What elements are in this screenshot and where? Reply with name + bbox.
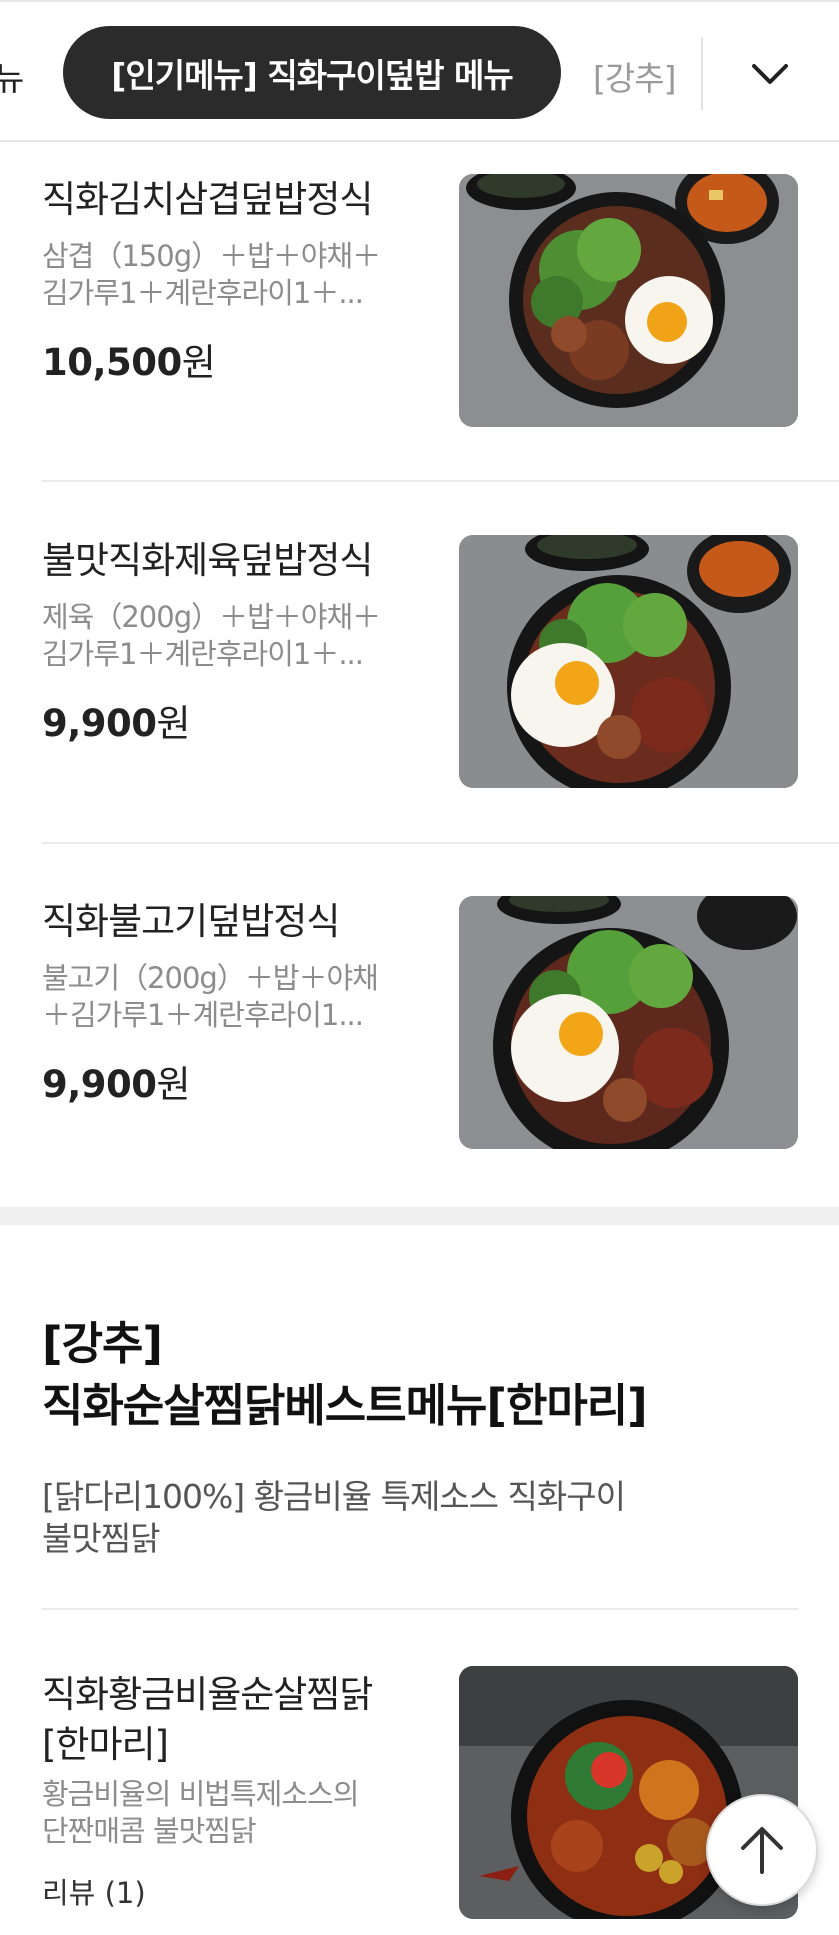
item-description: 황금비율의 비법특제소스의 단짠매콤 불맛찜닭 bbox=[42, 1777, 359, 1848]
expand-tabs-button[interactable] bbox=[732, 38, 808, 110]
item-name: 직화불고기덮밥정식 bbox=[42, 900, 340, 943]
divider bbox=[42, 1608, 798, 1610]
menu-item-photo bbox=[459, 174, 798, 427]
item-description: 삼겹（150g）＋밥＋야채＋ 김가루1＋계란후라이1＋... bbox=[42, 239, 381, 310]
price-value: 9,900 bbox=[42, 1063, 157, 1106]
section-title-line1: [강추] bbox=[42, 1317, 163, 1370]
tab-divider bbox=[701, 38, 703, 110]
chevron-down-icon bbox=[752, 64, 788, 84]
price-currency: 원 bbox=[181, 341, 216, 384]
scroll-to-top-button[interactable] bbox=[706, 1794, 818, 1906]
tab-popular-menu[interactable]: [인기메뉴] 직화구이덮밥 메뉴 bbox=[63, 26, 561, 119]
divider bbox=[42, 480, 839, 482]
tab-previous[interactable]: 뉴 bbox=[0, 52, 24, 100]
item-price: 10,500원 bbox=[42, 332, 216, 386]
menu-item[interactable]: 불맛직화제육덮밥정식 제육（200g）＋밥＋야채＋ 김가루1＋계란후라이1＋..… bbox=[42, 533, 839, 803]
item-price: 9,900원 bbox=[42, 693, 191, 747]
item-name: 직화김치삼겹덮밥정식 bbox=[42, 178, 373, 221]
price-value: 9,900 bbox=[42, 702, 157, 745]
price-value: 10,500 bbox=[42, 341, 182, 384]
menu-item-photo bbox=[459, 896, 798, 1149]
item-name: 불맛직화제육덮밥정식 bbox=[42, 539, 373, 582]
price-currency: 원 bbox=[156, 702, 191, 745]
item-description: 제육（200g）＋밥＋야채＋ 김가루1＋계란후라이1＋... bbox=[42, 600, 381, 671]
menu-item[interactable]: 직화불고기덮밥정식 불고기（200g）＋밥＋야채 ＋김가루1＋계란후라이1...… bbox=[42, 894, 839, 1164]
divider bbox=[42, 842, 839, 844]
menu-item[interactable]: 직화김치삼겹덮밥정식 삼겹（150g）＋밥＋야채＋ 김가루1＋계란후라이1＋..… bbox=[42, 172, 839, 442]
tab-active-label: [인기메뉴] 직화구이덮밥 메뉴 bbox=[111, 55, 513, 95]
menu-item-photo bbox=[459, 535, 798, 788]
tab-next[interactable]: [강추] bbox=[593, 52, 676, 100]
menu-item[interactable]: 직화황금비율순살찜닭 [한마리] 황금비율의 비법특제소스의 단짠매콤 불맛찜닭… bbox=[42, 1664, 839, 1935]
section-title-line2: 직화순살찜닭베스트메뉴[한마리] bbox=[42, 1379, 648, 1432]
item-description: 불고기（200g）＋밥＋야채 ＋김가루1＋계란후라이1... bbox=[42, 961, 379, 1032]
item-price: 9,900원 bbox=[42, 1054, 191, 1108]
review-count[interactable]: 리뷰 (1) bbox=[42, 1870, 146, 1912]
price-currency: 원 bbox=[156, 1063, 191, 1106]
section-description: [닭다리100%] 황금비율 특제소스 직화구이 불맛찜닭 bbox=[42, 1477, 626, 1558]
item-name: 직화황금비율순살찜닭 [한마리] bbox=[42, 1673, 373, 1766]
arrow-up-icon bbox=[741, 1827, 783, 1874]
section-title: [강추] 직화순살찜닭베스트메뉴[한마리] bbox=[42, 1313, 648, 1437]
category-tab-bar: 뉴 [인기메뉴] 직화구이덮밥 메뉴 [강추] bbox=[0, 0, 839, 142]
section-separator bbox=[0, 1207, 839, 1225]
